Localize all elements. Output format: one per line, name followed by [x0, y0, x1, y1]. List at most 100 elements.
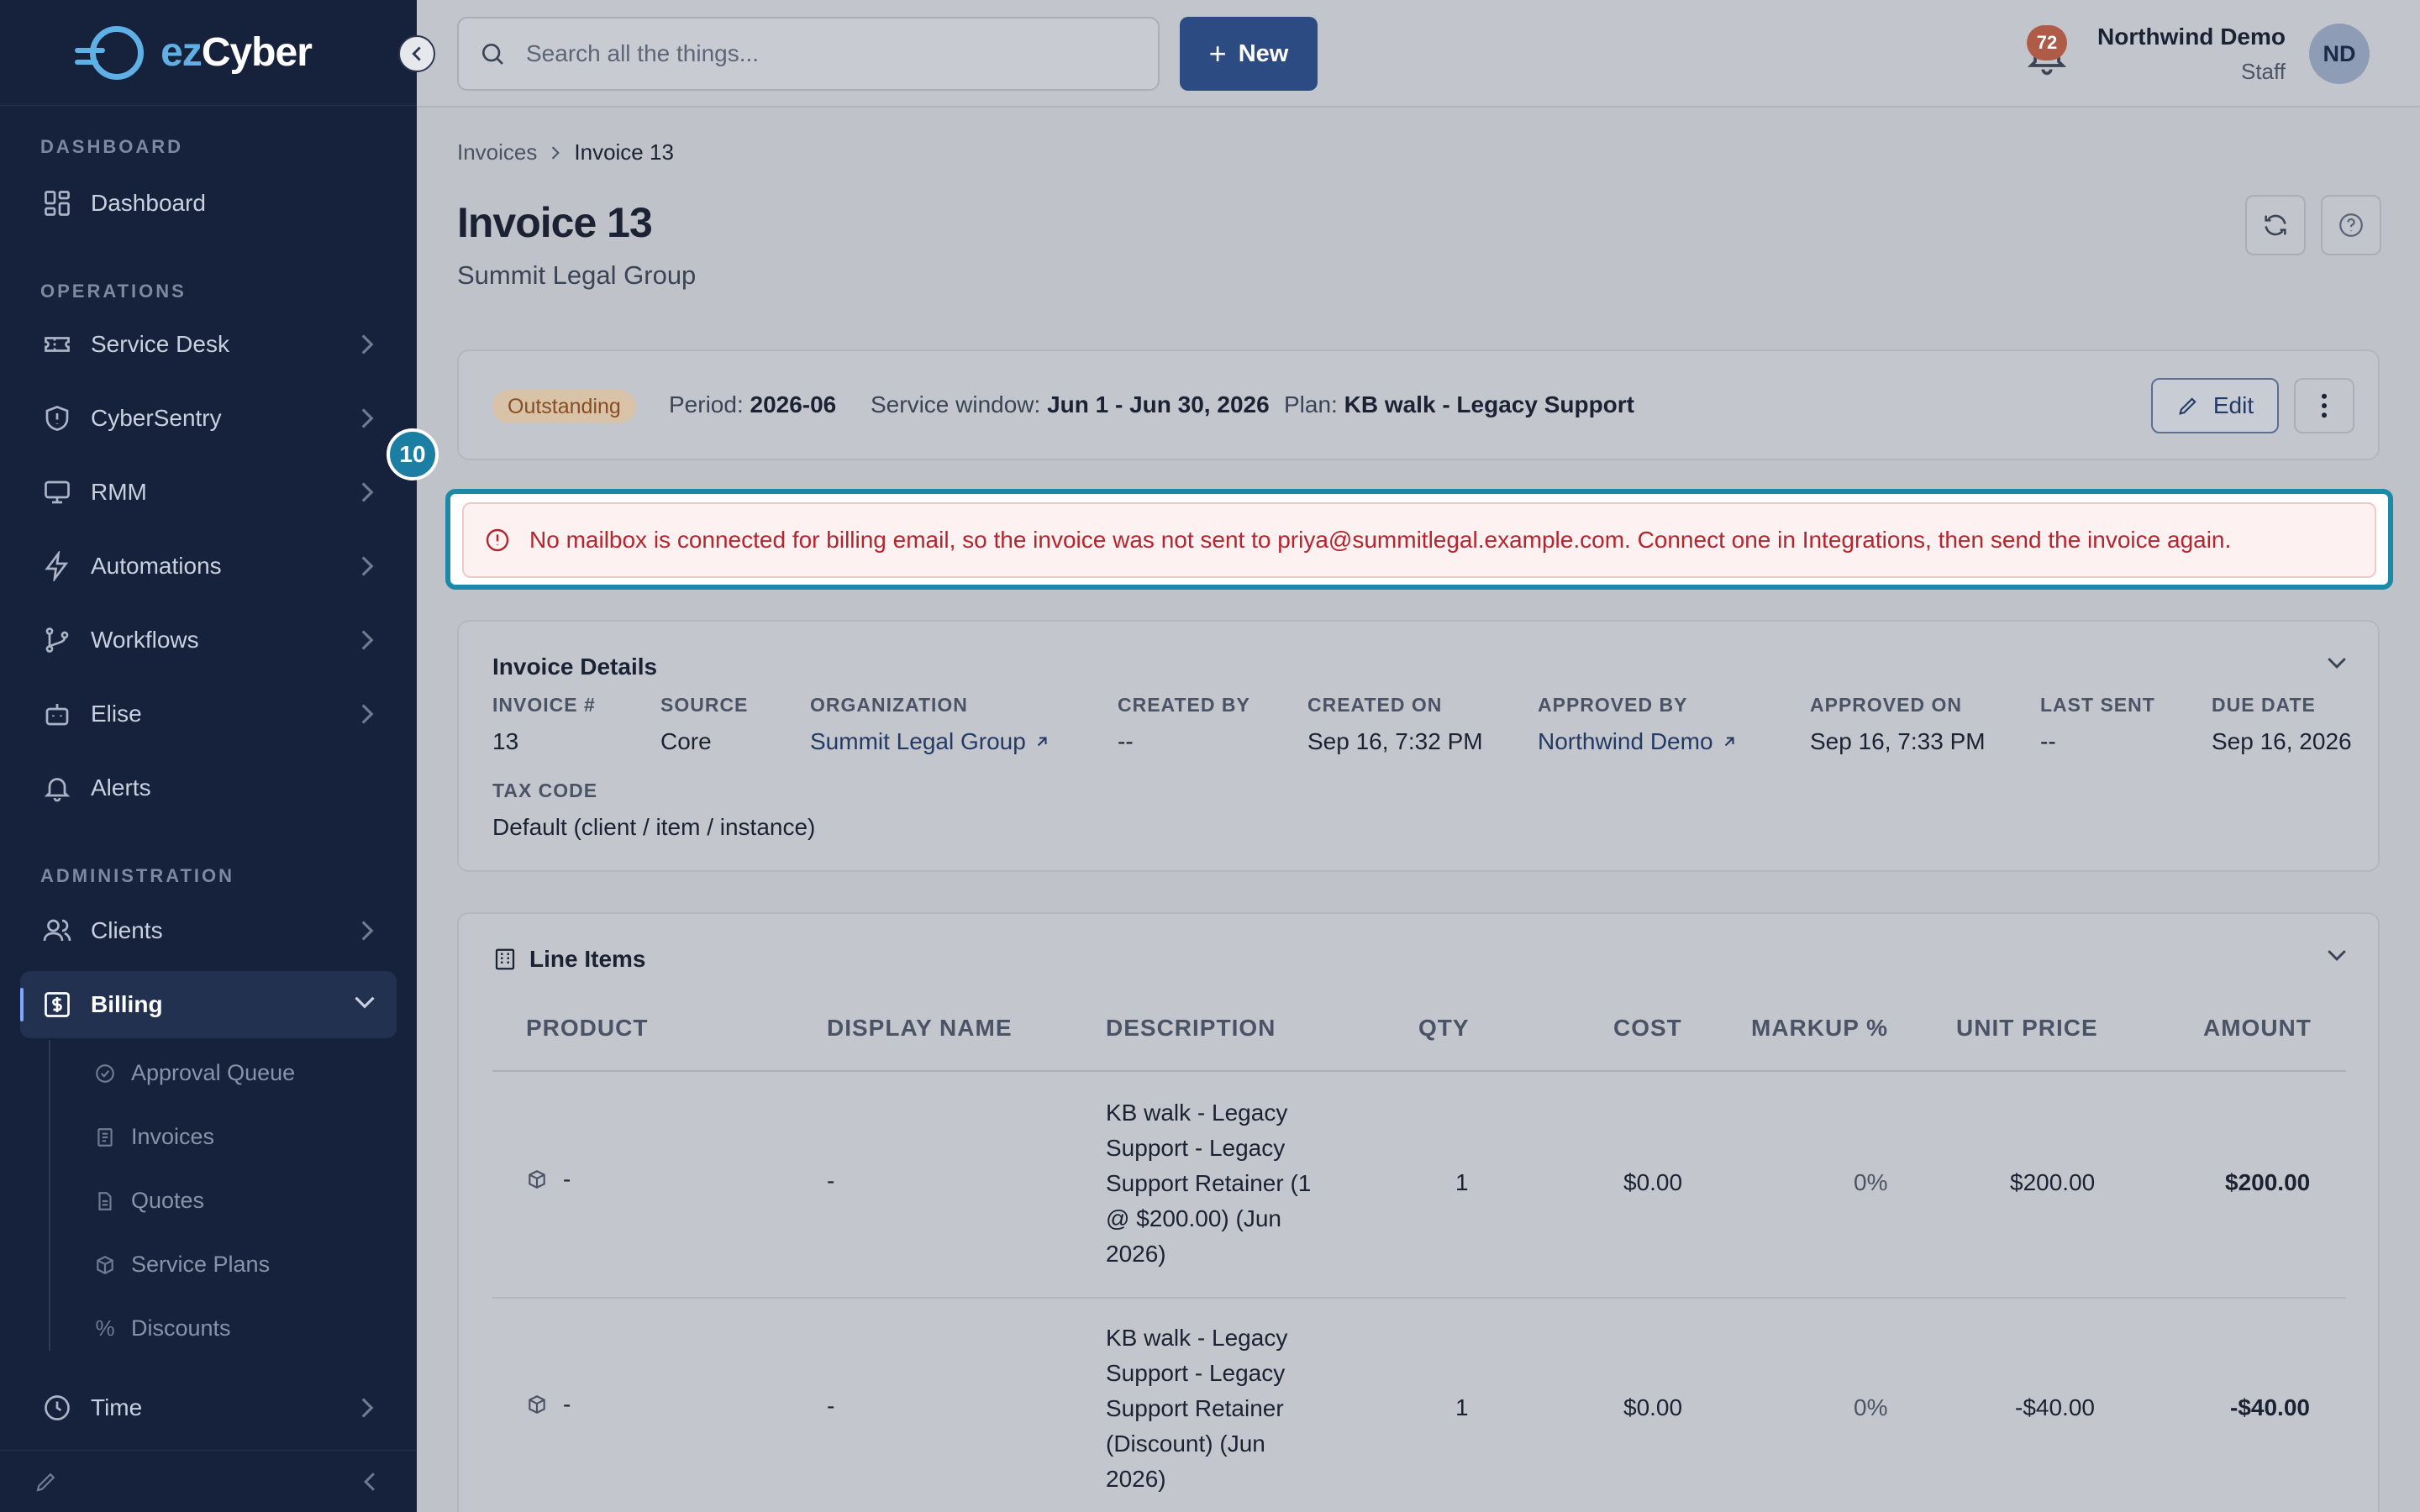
breadcrumb-invoices-link[interactable]: Invoices — [457, 139, 537, 165]
sidebar-item-label: Alerts — [91, 774, 151, 801]
cell-product: - — [563, 1391, 571, 1417]
cell-product: - — [563, 1166, 571, 1192]
column-header-display-name[interactable]: DISPLAY NAME — [827, 1015, 1013, 1042]
sidebar-item-alerts[interactable]: Alerts — [20, 754, 397, 822]
step-marker: 10 — [387, 428, 439, 480]
chevron-right-icon — [361, 408, 374, 428]
sidebar-subitem-discounts[interactable]: % Discounts — [94, 1315, 230, 1341]
column-header-qty[interactable]: QTY — [1418, 1015, 1470, 1042]
column-header-amount[interactable]: AMOUNT — [2203, 1015, 2312, 1042]
grid-icon — [40, 186, 74, 220]
package-icon — [529, 1170, 545, 1189]
document-icon — [98, 1191, 112, 1210]
sidebar-subitem-quotes[interactable]: Quotes — [94, 1188, 204, 1214]
line-items-card: Line Items PRODUCT DISPLAY NAME DESCRIPT… — [457, 912, 2380, 1512]
period-value: 2026-06 — [750, 391, 837, 417]
logo-text-cyber: Cyber — [201, 30, 313, 75]
sidebar-item-label: Workflows — [91, 627, 199, 653]
column-header-unit-price[interactable]: UNIT PRICE — [1956, 1015, 2098, 1042]
top-bar: + New 72 Northwind Demo Staff ND — [417, 0, 2420, 108]
cell-markup: 0% — [1854, 1394, 1888, 1420]
package-icon — [97, 1255, 113, 1274]
cell-description: KB walk - Legacy Support - Legacy Suppor… — [1106, 1100, 1312, 1267]
sidebar-item-label: CyberSentry — [91, 405, 222, 431]
percent-icon: % — [95, 1315, 115, 1341]
plus-icon: + — [1208, 36, 1227, 71]
breadcrumb-current: Invoice 13 — [574, 139, 674, 165]
organization-link[interactable]: Summit Legal Group — [810, 728, 1050, 755]
check-circle-icon — [96, 1063, 114, 1083]
column-header-markup[interactable]: MARKUP % — [1751, 1015, 1888, 1042]
cell-display-name: - — [827, 1393, 835, 1419]
line-items-title: Line Items — [529, 946, 646, 972]
refresh-button[interactable] — [2245, 195, 2306, 255]
search-input[interactable] — [526, 40, 1114, 67]
field-created-by: CREATED BY -- — [1118, 694, 1250, 754]
help-button[interactable] — [2321, 195, 2381, 255]
chevron-down-icon — [355, 996, 375, 1009]
logo[interactable]: ezCyber — [0, 0, 417, 106]
column-header-cost[interactable]: COST — [1613, 1015, 1682, 1042]
more-vertical-icon — [2322, 393, 2327, 418]
column-header-product[interactable]: PRODUCT — [526, 1015, 648, 1042]
sidebar-subitem-invoices[interactable]: Invoices — [94, 1124, 214, 1150]
breadcrumb: Invoices Invoice 13 — [457, 139, 674, 165]
cell-cost: $0.00 — [1623, 1394, 1683, 1420]
sidebar-item-cybersentry[interactable]: CyberSentry — [20, 385, 397, 452]
column-header-description[interactable]: DESCRIPTION — [1106, 1015, 1276, 1042]
edit-button[interactable]: Edit — [2151, 378, 2279, 433]
sidebar-item-label: Clients — [91, 917, 163, 943]
chevron-right-icon — [361, 1398, 374, 1418]
field-invoice-number: INVOICE # 13 — [492, 694, 596, 754]
lightning-icon — [40, 549, 74, 583]
invoice-details-title: Invoice Details — [492, 654, 658, 680]
notification-count-badge: 72 — [2027, 25, 2067, 60]
sidebar-item-label: Dashboard — [91, 190, 206, 216]
chevron-left-icon[interactable] — [361, 1471, 378, 1493]
sidebar-item-billing[interactable]: Billing — [20, 971, 397, 1038]
sidebar-item-label: RMM — [91, 479, 147, 505]
more-actions-button[interactable] — [2294, 378, 2354, 433]
user-role: Staff — [2240, 59, 2286, 84]
search-box[interactable] — [457, 17, 1160, 91]
git-branch-icon — [40, 623, 74, 657]
pencil-icon[interactable] — [34, 1469, 59, 1494]
sidebar-item-label: Time — [91, 1394, 143, 1420]
external-link-icon — [1724, 737, 1734, 747]
cell-amount: $200.00 — [2225, 1169, 2311, 1195]
receipt-dollar-icon — [40, 988, 74, 1021]
sidebar-item-label: Service Desk — [91, 331, 229, 357]
page-subtitle: Summit Legal Group — [457, 260, 697, 290]
field-approved-on: APPROVED ON Sep 16, 7:33 PM — [1810, 694, 1986, 754]
chevron-down-icon[interactable] — [2326, 948, 2348, 963]
approved-by-link[interactable]: Northwind Demo — [1538, 728, 1737, 755]
sidebar-item-service-desk[interactable]: Service Desk — [20, 311, 397, 378]
user-name: Northwind Demo — [2097, 24, 2286, 50]
avatar[interactable]: ND — [2309, 24, 2370, 84]
cell-description: KB walk - Legacy Support - Legacy Suppor… — [1106, 1325, 1288, 1492]
chevron-down-icon[interactable] — [2326, 655, 2348, 670]
bell-icon — [40, 771, 74, 805]
sidebar-item-elise[interactable]: Elise — [20, 680, 397, 748]
sidebar-item-rmm[interactable]: RMM — [20, 459, 397, 526]
sidebar: ezCyber DASHBOARD Dashboard OPERATIONS S… — [0, 0, 417, 1512]
submenu-guide-line — [49, 1040, 50, 1351]
invoice-status-bar: Outstanding Period: 2026-06 Service wind… — [457, 349, 2380, 460]
sidebar-item-workflows[interactable]: Workflows — [20, 606, 397, 674]
search-icon — [482, 44, 503, 65]
plan-value: KB walk - Legacy Support — [1344, 391, 1635, 417]
sidebar-item-label: Billing — [91, 991, 163, 1017]
new-button[interactable]: + New — [1180, 17, 1318, 91]
cell-markup: 0% — [1854, 1169, 1888, 1195]
sidebar-item-dashboard[interactable]: Dashboard — [20, 170, 397, 237]
sidebar-item-automations[interactable]: Automations — [20, 533, 397, 600]
sidebar-collapse-button[interactable] — [398, 35, 435, 72]
external-link-icon — [1037, 737, 1047, 747]
sidebar-subitem-service-plans[interactable]: Service Plans — [94, 1252, 270, 1278]
field-approved-by: APPROVED BY Northwind Demo — [1538, 694, 1737, 755]
sidebar-item-time[interactable]: Time — [20, 1374, 397, 1441]
sidebar-item-clients[interactable]: Clients — [20, 897, 397, 964]
sidebar-subitem-approval-queue[interactable]: Approval Queue — [94, 1060, 295, 1086]
chevron-right-icon — [552, 146, 560, 159]
package-icon — [529, 1395, 545, 1414]
